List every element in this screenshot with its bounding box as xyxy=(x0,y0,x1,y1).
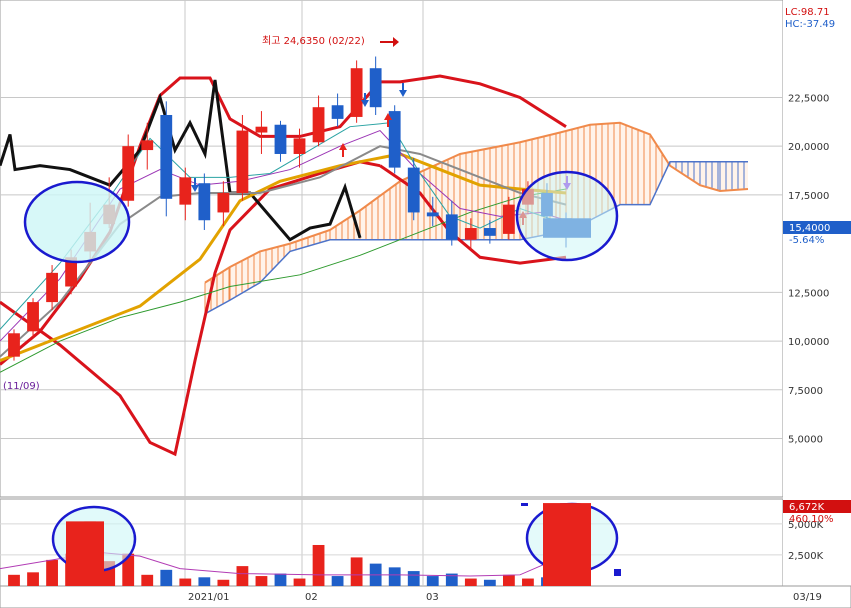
hc-badge: HC:-37.49 xyxy=(785,19,835,30)
change-pct-badge: -5.64% xyxy=(789,235,824,246)
date-tick-label: 03 xyxy=(426,592,439,603)
candle-body xyxy=(426,212,439,217)
volume-bar xyxy=(350,557,363,586)
volume-bar-highlighted xyxy=(543,503,591,586)
volume-bar xyxy=(407,571,420,586)
volume-tick-label: 2,500K xyxy=(788,551,824,562)
price-tick-label: 20,0000 xyxy=(788,142,829,153)
candle-body xyxy=(160,114,173,199)
candle-body xyxy=(407,167,420,213)
volume-bar xyxy=(274,573,287,586)
volume-bar xyxy=(293,578,306,586)
candle-body xyxy=(445,214,458,240)
volume-current-badge: 6,672K xyxy=(789,502,825,513)
volume-bar xyxy=(522,578,534,586)
volume-marker xyxy=(614,569,621,576)
candle-body xyxy=(141,140,154,151)
price-tick-label: 12,5000 xyxy=(788,288,829,299)
candle-body xyxy=(293,138,306,154)
volume-bar xyxy=(198,577,211,586)
volume-bar xyxy=(46,559,58,586)
candle-body xyxy=(255,126,268,133)
low-date-annotation: (11/09) xyxy=(3,381,40,392)
candle-body xyxy=(502,204,515,234)
price-tick-label: 17,5000 xyxy=(788,191,829,202)
volume-bar xyxy=(160,569,173,586)
volume-bar xyxy=(312,544,325,586)
volume-marker xyxy=(521,503,528,506)
volume-bar xyxy=(426,576,439,586)
circle-highlight xyxy=(23,180,131,264)
candle-body xyxy=(122,146,135,201)
volume-bar-highlighted xyxy=(66,521,104,586)
candle-body xyxy=(369,68,382,108)
lc-badge: LC:98.71 xyxy=(785,7,830,18)
price-tick-label: 22,5000 xyxy=(788,93,829,104)
candle-body xyxy=(27,302,39,332)
price-tick-label: 7,5000 xyxy=(788,386,823,397)
candle-body xyxy=(236,130,249,193)
volume-bar xyxy=(179,578,192,586)
candle-body xyxy=(464,228,477,240)
circle-highlight xyxy=(515,170,619,262)
price-tick-label: 10,0000 xyxy=(788,337,829,348)
candle-body xyxy=(483,228,496,236)
volume-bar xyxy=(141,574,154,586)
volume-bar xyxy=(27,572,39,586)
volume-bar xyxy=(483,579,496,586)
high-annotation: 최고 24,6350 (02/22) xyxy=(262,35,365,47)
price-tick-label: 5,0000 xyxy=(788,435,823,446)
current-price-badge: 15,4000 xyxy=(789,223,830,234)
volume-bar xyxy=(255,576,268,586)
candle-body xyxy=(8,333,20,357)
candle-body xyxy=(350,68,363,117)
date-tick-label: 2021/01 xyxy=(188,592,230,603)
candle-body xyxy=(331,105,344,119)
volume-bar xyxy=(388,567,401,586)
volume-bar xyxy=(236,566,249,586)
candle-body xyxy=(274,124,287,154)
candle-body xyxy=(217,192,230,213)
candle-body xyxy=(46,272,58,303)
date-tick-label: 03/19 xyxy=(793,592,822,603)
candle-body xyxy=(198,183,211,221)
volume-pct-badge: 460.10% xyxy=(789,514,834,525)
volume-bar xyxy=(8,574,20,586)
candle-body xyxy=(312,107,325,143)
volume-bar xyxy=(502,574,515,586)
volume-bar xyxy=(331,576,344,586)
volume-bar xyxy=(464,578,477,586)
date-tick-label: 02 xyxy=(305,592,318,603)
stock-chart[interactable]: 22,5000 20,0000 17,5000 12,5000 10,0000 7,500… xyxy=(0,0,851,608)
candle-body xyxy=(179,177,192,205)
volume-bar xyxy=(217,579,230,586)
